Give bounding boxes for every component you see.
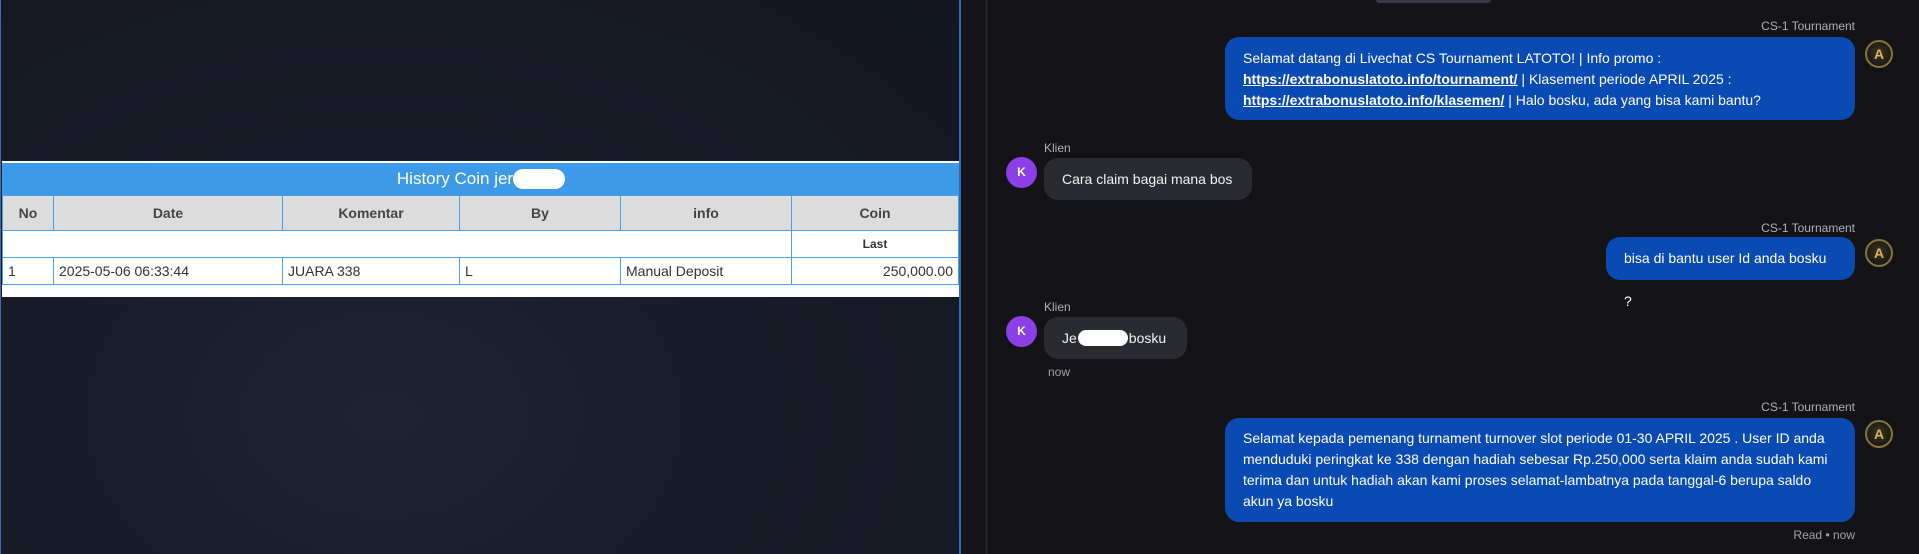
scroll-indicator bbox=[1376, 0, 1491, 3]
message-line: menduduki peringkat ke 338 dengan hadiah… bbox=[1243, 451, 1828, 467]
column-header-info[interactable]: info bbox=[620, 195, 792, 231]
history-title-text: History Coin jer bbox=[396, 169, 514, 188]
chat-rail bbox=[985, 0, 988, 554]
history-title: History Coin jer bbox=[2, 163, 960, 195]
message-bubble-agent: Selamat kepada pemenang turnament turnov… bbox=[1225, 418, 1855, 522]
column-header-coin[interactable]: Coin bbox=[791, 195, 959, 231]
redacted-username bbox=[1077, 330, 1128, 346]
cell-no: 1 bbox=[2, 257, 54, 285]
message-text: bisa di bantu user Id anda bosku ? bbox=[1624, 250, 1827, 309]
message-bubble-agent: Selamat datang di Livechat CS Tournament… bbox=[1225, 37, 1855, 120]
message-text: Je bbox=[1062, 330, 1077, 346]
client-avatar: K bbox=[1006, 157, 1037, 188]
message-bubble-agent: bisa di bantu user Id anda bosku ? bbox=[1606, 237, 1855, 309]
last-label: Last bbox=[791, 230, 959, 258]
tournament-link[interactable]: https://extrabonuslatoto.info/tournament… bbox=[1243, 71, 1518, 87]
cell-by: L bbox=[459, 257, 621, 285]
table-row[interactable]: 1 2025-05-06 06:33:44 JUARA 338 L Manual… bbox=[2, 257, 959, 285]
table-header-row: No Date Komentar By info Coin bbox=[2, 195, 959, 231]
chat-pane: CS-1 Tournament Selamat datang di Livech… bbox=[961, 0, 1919, 554]
redacted-username bbox=[513, 168, 566, 189]
column-header-date[interactable]: Date bbox=[53, 195, 283, 231]
sender-label-agent: CS-1 Tournament bbox=[1761, 19, 1855, 33]
message-text: bosku bbox=[1128, 330, 1167, 346]
sender-label-agent: CS-1 Tournament bbox=[1761, 400, 1855, 414]
left-pane: History Coin jer No Date Komentar By inf… bbox=[0, 0, 960, 554]
agent-avatar-icon: A bbox=[1865, 40, 1893, 68]
column-header-by[interactable]: By bbox=[459, 195, 621, 231]
client-avatar: K bbox=[1006, 316, 1037, 347]
agent-avatar-icon: A bbox=[1865, 239, 1893, 267]
column-header-komentar[interactable]: Komentar bbox=[282, 195, 460, 231]
sender-label-client: Klien bbox=[1044, 141, 1071, 155]
read-status: Read • now bbox=[1793, 528, 1855, 542]
cell-komentar: JUARA 338 bbox=[282, 257, 460, 285]
redacted-by bbox=[468, 258, 588, 268]
message-line: akun ya bosku bbox=[1243, 493, 1334, 509]
message-bubble-client: Je bosku bbox=[1044, 317, 1187, 359]
message-text: | Klasement periode APRIL 2025 : bbox=[1517, 71, 1732, 87]
sub-header-row: Last bbox=[2, 230, 959, 258]
history-coin-panel: History Coin jer No Date Komentar By inf… bbox=[2, 161, 960, 297]
message-line: Selamat kepada pemenang turnament turnov… bbox=[1243, 430, 1825, 446]
column-header-no[interactable]: No bbox=[2, 195, 54, 231]
sender-label-client: Klien bbox=[1044, 300, 1071, 314]
agent-avatar-icon: A bbox=[1865, 420, 1893, 448]
cell-coin: 250,000.00 bbox=[791, 257, 959, 285]
message-text: Cara claim bagai mana bos bbox=[1062, 171, 1233, 187]
message-bubble-client: Cara claim bagai mana bos bbox=[1044, 158, 1252, 200]
klasemen-link[interactable]: https://extrabonuslatoto.info/klasemen/ bbox=[1243, 92, 1504, 108]
cell-info: Manual Deposit bbox=[620, 257, 792, 285]
message-timestamp: now bbox=[1048, 365, 1071, 379]
sender-label-agent: CS-1 Tournament bbox=[1761, 221, 1855, 235]
sub-header-empty bbox=[2, 230, 792, 258]
message-line: Selamat datang di Livechat CS Tournament… bbox=[1243, 50, 1662, 66]
message-text: | Halo bosku, ada yang bisa kami bantu? bbox=[1504, 92, 1761, 108]
cell-date: 2025-05-06 06:33:44 bbox=[53, 257, 283, 285]
history-table: No Date Komentar By info Coin Last 1 202… bbox=[2, 195, 959, 285]
message-line: terima dan untuk hadiah akan kami proses… bbox=[1243, 472, 1812, 488]
